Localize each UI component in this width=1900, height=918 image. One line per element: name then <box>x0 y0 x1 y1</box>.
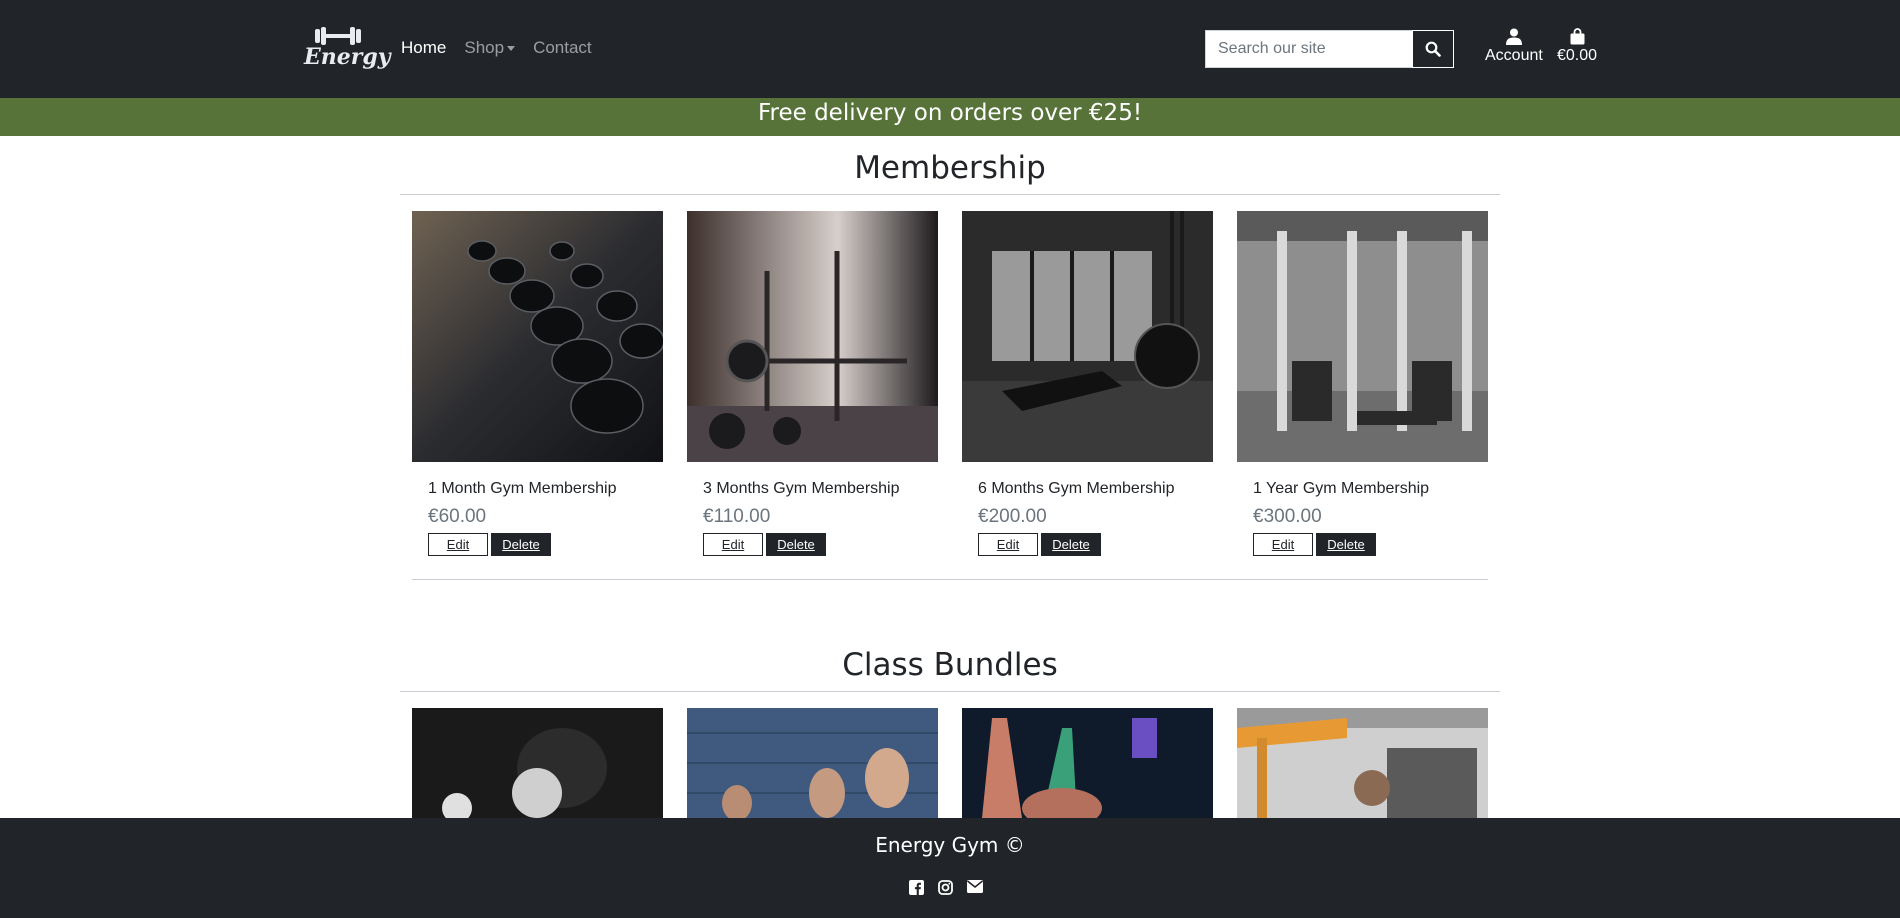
nav-contact-link[interactable]: Contact <box>533 38 592 58</box>
nav-shop-dropdown[interactable]: Shop <box>464 38 516 58</box>
account-label: Account <box>1485 47 1543 64</box>
product-name[interactable]: 1 Year Gym Membership <box>1253 480 1429 498</box>
product-price: €60.00 <box>428 506 487 527</box>
brand-text: Energy <box>304 44 391 70</box>
facebook-icon[interactable] <box>909 880 924 900</box>
search-form <box>1205 30 1454 68</box>
account-menu[interactable]: Account <box>1485 28 1543 65</box>
squat-rack-image <box>687 211 938 462</box>
social-links <box>909 880 983 900</box>
product-price: €200.00 <box>978 506 1047 527</box>
cart-total: €0.00 <box>1557 47 1598 64</box>
search-icon <box>1425 41 1441 57</box>
product-image[interactable] <box>1237 708 1488 818</box>
product-image[interactable] <box>962 708 1213 818</box>
nav-home-link[interactable]: Home <box>401 38 446 58</box>
section-divider <box>412 579 1488 580</box>
product-name[interactable]: 6 Months Gym Membership <box>978 480 1175 498</box>
product-image[interactable] <box>412 211 663 462</box>
product-image[interactable] <box>687 211 938 462</box>
footer-title: Energy Gym © <box>875 833 1025 857</box>
delete-button[interactable]: Delete <box>1316 533 1376 556</box>
footer: Energy Gym © <box>0 818 1900 918</box>
brand-logo[interactable]: Energy <box>304 26 391 74</box>
class-image <box>412 708 663 818</box>
section-title-membership: Membership <box>854 150 1046 186</box>
product-price: €110.00 <box>703 506 771 527</box>
product-image[interactable] <box>412 708 663 818</box>
edit-button[interactable]: Edit <box>428 533 488 556</box>
delete-button[interactable]: Delete <box>1041 533 1101 556</box>
cart-link[interactable]: €0.00 <box>1557 28 1597 65</box>
user-icon <box>1505 28 1522 45</box>
dumbbell-rack-image <box>412 211 663 462</box>
gym-floor-image <box>962 211 1213 462</box>
product-price: €300.00 <box>1253 506 1322 527</box>
class-image <box>687 708 938 818</box>
edit-button[interactable]: Edit <box>1253 533 1313 556</box>
product-name[interactable]: 1 Month Gym Membership <box>428 480 617 498</box>
product-image[interactable] <box>1237 211 1488 462</box>
product-image[interactable] <box>687 708 938 818</box>
delivery-banner: Free delivery on orders over €25! <box>0 98 1900 136</box>
edit-button[interactable]: Edit <box>978 533 1038 556</box>
section-title-class-bundles: Class Bundles <box>842 647 1058 683</box>
navbar: Energy Home Shop Contact Account €0.00 <box>0 0 1900 98</box>
search-input[interactable] <box>1205 30 1412 68</box>
edit-button[interactable]: Edit <box>703 533 763 556</box>
delete-button[interactable]: Delete <box>491 533 551 556</box>
nav-shop-label: Shop <box>464 38 505 57</box>
caret-down-icon <box>507 46 516 52</box>
section-divider <box>400 691 1500 692</box>
main-nav: Home Shop Contact <box>401 38 592 58</box>
class-image <box>1237 708 1488 818</box>
envelope-icon[interactable] <box>967 880 983 900</box>
section-divider <box>400 194 1500 195</box>
product-image[interactable] <box>962 211 1213 462</box>
delete-button[interactable]: Delete <box>766 533 826 556</box>
product-name[interactable]: 3 Months Gym Membership <box>703 480 900 498</box>
shopping-bag-icon <box>1570 28 1585 45</box>
search-button[interactable] <box>1412 30 1454 68</box>
delivery-banner-text: Free delivery on orders over €25! <box>757 100 1143 126</box>
cable-machine-image <box>1237 211 1488 462</box>
class-image <box>962 708 1213 818</box>
instagram-icon[interactable] <box>938 880 953 900</box>
